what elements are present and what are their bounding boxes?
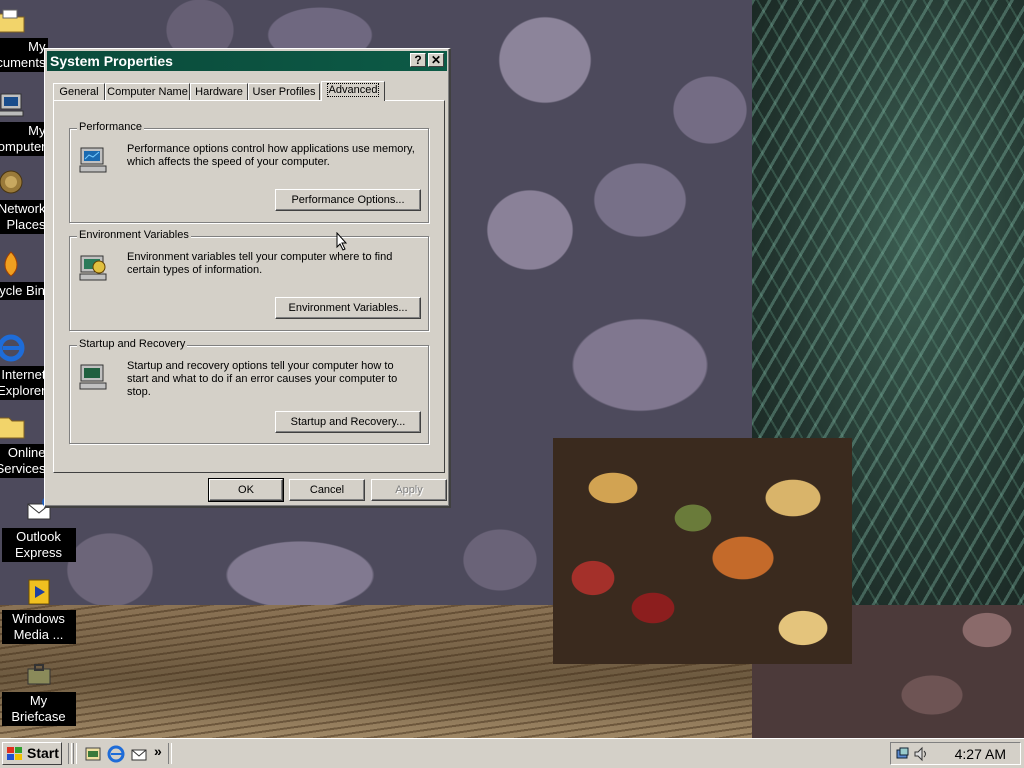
desktop-icon-label: Recycle Bin	[0, 282, 47, 300]
desktop-icon-online-services[interactable]: Online Services	[0, 410, 48, 478]
performance-group: Performance Performance options control …	[69, 121, 429, 223]
start-label: Start	[27, 745, 59, 761]
system-tray: 4:27 AM	[890, 742, 1021, 765]
environment-legend: Environment Variables	[77, 229, 191, 241]
taskbar-separator	[68, 743, 72, 764]
tab-user-profiles[interactable]: User Profiles	[248, 83, 320, 100]
performance-icon	[79, 147, 107, 173]
start-button[interactable]: Start	[2, 742, 62, 765]
cancel-button[interactable]: Cancel	[289, 479, 365, 501]
close-icon: ✕	[430, 53, 442, 67]
recycle-bin-icon	[4, 251, 17, 277]
button-label: Apply	[395, 484, 423, 496]
windows-logo-icon	[7, 747, 22, 760]
help-button[interactable]: ?	[410, 53, 426, 67]
outlook-express-quicklaunch-icon[interactable]	[130, 745, 148, 763]
clock[interactable]: 4:27 AM	[955, 746, 1006, 762]
desktop-icon-internet-explorer[interactable]: Internet Explorer	[0, 332, 48, 400]
taskbar: Start » 4:27 AM	[0, 738, 1024, 768]
startup-legend: Startup and Recovery	[77, 338, 188, 350]
close-button[interactable]: ✕	[428, 53, 444, 67]
tab-advanced[interactable]: Advanced	[321, 81, 385, 101]
wallpaper-leaves	[553, 438, 852, 664]
performance-legend: Performance	[77, 121, 144, 133]
mouse-pointer-icon	[336, 232, 348, 251]
button-label: Environment Variables...	[288, 302, 408, 314]
folder-icon	[0, 417, 24, 439]
media-player-icon	[28, 579, 49, 605]
desktop-icon-label: My Briefcase	[1, 692, 76, 726]
desktop-icon-label: My Network Places	[0, 200, 48, 234]
desktop-icon-windows-media[interactable]: Windows Media ...	[1, 576, 76, 644]
briefcase-icon	[27, 664, 50, 685]
environment-description: Environment variables tell your computer…	[127, 251, 393, 276]
button-label: Cancel	[309, 484, 345, 496]
internet-explorer-quicklaunch-icon[interactable]	[107, 745, 125, 763]
tab-label: Computer Name	[107, 86, 188, 98]
network-icon	[0, 170, 22, 194]
desktop-icon-label: Internet Explorer	[0, 366, 48, 400]
desktop-icon-label: My Documents	[0, 38, 48, 72]
desktop-icon-my-network-places[interactable]: My Network Places	[0, 166, 48, 234]
environment-variables-group: Environment Variables Environment variab…	[69, 229, 429, 331]
desktop-icon-my-computer[interactable]: My Computer	[0, 88, 48, 156]
button-label: OK	[238, 484, 254, 496]
show-desktop-icon[interactable]	[84, 745, 102, 763]
desktop-icon-label: Outlook Express	[1, 528, 76, 562]
startup-recovery-icon	[79, 364, 107, 390]
title-bar[interactable]: System Properties ? ✕	[47, 51, 447, 71]
apply-button[interactable]: Apply	[371, 479, 447, 501]
performance-description: Performance options control how applicat…	[127, 143, 415, 168]
tab-computer-name[interactable]: Computer Name	[105, 83, 190, 100]
system-properties-dialog: System Properties ? ✕ General Computer N…	[44, 48, 451, 508]
desktop-icon-my-briefcase[interactable]: My Briefcase	[1, 658, 76, 726]
tab-label: General	[59, 86, 99, 98]
startup-description: Startup and recovery options tell your c…	[127, 360, 398, 398]
advanced-tab-panel: Performance Performance options control …	[53, 100, 445, 473]
ok-button[interactable]: OK	[208, 478, 284, 502]
help-icon: ?	[414, 53, 422, 67]
network-tray-icon[interactable]	[895, 746, 911, 762]
quick-launch-more-chevron-icon[interactable]: »	[154, 743, 162, 759]
taskbar-separator	[73, 743, 77, 764]
taskbar-separator	[168, 743, 172, 764]
desktop-icon-recycle-bin[interactable]: Recycle Bin	[0, 248, 48, 300]
button-label: Performance Options...	[291, 194, 405, 206]
desktop-icon-label: Online Services	[0, 444, 48, 478]
environment-icon	[79, 255, 107, 281]
tab-hardware[interactable]: Hardware	[190, 83, 248, 100]
tab-label: Advanced	[326, 83, 380, 97]
internet-explorer-icon	[0, 334, 24, 362]
performance-options-button[interactable]: Performance Options...	[275, 189, 421, 211]
startup-recovery-group: Startup and Recovery Startup and recover…	[69, 338, 429, 444]
environment-variables-button[interactable]: Environment Variables...	[275, 297, 421, 319]
volume-icon[interactable]	[913, 746, 929, 762]
tab-label: User Profiles	[252, 86, 316, 98]
tab-label: Hardware	[195, 86, 243, 98]
startup-recovery-button[interactable]: Startup and Recovery...	[275, 411, 421, 433]
button-label: Startup and Recovery...	[290, 416, 406, 428]
desktop-icon-label: Windows Media ...	[1, 610, 76, 644]
desktop-icon-my-documents[interactable]: My Documents	[0, 4, 48, 72]
folder-icon	[0, 9, 24, 33]
desktop-icon-label: My Computer	[0, 122, 48, 156]
dialog-title: System Properties	[50, 53, 173, 69]
tab-general[interactable]: General	[53, 83, 105, 100]
computer-icon	[0, 93, 23, 117]
